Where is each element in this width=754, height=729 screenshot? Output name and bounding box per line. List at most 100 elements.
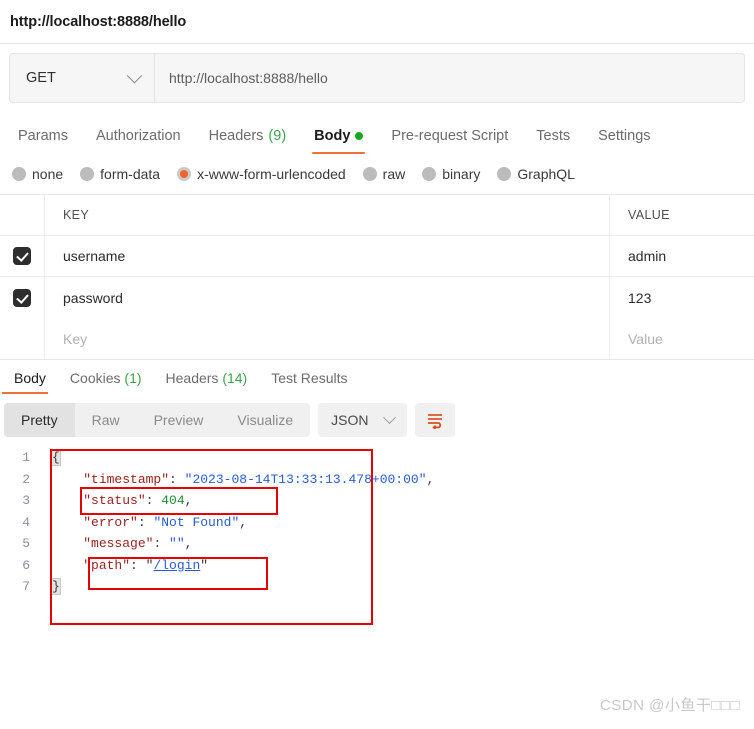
row-key-input[interactable]: password (45, 277, 610, 318)
row-checkbox-cell (0, 277, 45, 318)
line-number: 3 (22, 493, 30, 508)
code-line-content[interactable]: "status": 404, (52, 490, 192, 512)
token-key: "error" (83, 514, 138, 530)
token-pun: , (426, 471, 435, 487)
table-row-new[interactable]: Key Value (0, 318, 754, 359)
radio-button-icon[interactable] (177, 167, 192, 181)
token-brace: { (51, 449, 61, 466)
token-key: "path" (83, 557, 131, 573)
request-tab-label: Authorization (95, 128, 181, 144)
token-brace: } (51, 578, 61, 595)
word-wrap-button[interactable] (414, 403, 455, 437)
params-table: KEY VALUE username admin password 123 Key V… (0, 194, 754, 360)
line-number: 1 (22, 450, 30, 465)
radio-button-icon[interactable] (497, 167, 512, 181)
response-format-select[interactable]: JSON (318, 403, 407, 437)
response-tab-count: (1) (120, 370, 142, 386)
token-pun: , (184, 493, 193, 508)
request-tab-headers[interactable]: Headers (9) (195, 128, 301, 154)
token-num: 404 (161, 493, 185, 508)
token-str: "2023-08-14T13:33:13.478+00:00" (184, 471, 427, 487)
view-segment-preview[interactable]: Preview (137, 403, 221, 437)
token-key: "timestamp" (83, 471, 170, 487)
request-tab-label: Headers (208, 128, 264, 144)
body-type-label: none (32, 166, 64, 182)
request-tab-tests[interactable]: Tests (522, 128, 584, 154)
view-segment-raw[interactable]: Raw (75, 403, 137, 437)
radio-button-icon[interactable] (80, 167, 95, 181)
token-key: "status" (83, 493, 146, 508)
table-row: password 123 (0, 277, 754, 318)
body-type-label: GraphQL (517, 166, 575, 182)
response-tab-body[interactable]: Body (2, 370, 58, 394)
token-pun: : (145, 493, 162, 508)
response-format-label: JSON (331, 412, 369, 428)
code-line-content[interactable]: { (51, 447, 61, 469)
row-checkbox[interactable] (13, 247, 31, 265)
response-body-code[interactable]: 1 {2 "timestamp": "2023-08-14T13:33:13.47… (0, 447, 754, 625)
new-row-checkbox-cell (0, 318, 45, 359)
column-header-value: VALUE (628, 208, 670, 222)
body-type-raw[interactable]: raw (362, 166, 405, 182)
response-tab-headers[interactable]: Headers (14) (154, 370, 260, 394)
request-tab-params[interactable]: Params (4, 128, 82, 154)
line-number: 6 (22, 557, 30, 573)
token-pun: , (184, 536, 193, 551)
code-line-content[interactable]: "message": "", (52, 533, 192, 555)
response-tab-cookies[interactable]: Cookies (1) (58, 370, 154, 394)
request-tab-count: (9) (268, 128, 287, 144)
row-key-input[interactable]: username (45, 236, 610, 276)
code-line: 7} (22, 576, 754, 598)
request-tab-authorization[interactable]: Authorization (82, 128, 195, 154)
radio-button-icon[interactable] (422, 167, 437, 181)
view-segment-visualize[interactable]: Visualize (220, 403, 310, 437)
radio-button-icon[interactable] (362, 167, 377, 181)
row-checkbox[interactable] (13, 288, 31, 307)
body-type-none[interactable]: none (12, 166, 63, 182)
request-tab-label: Params (18, 128, 68, 144)
response-view-segments: Pretty Raw Preview Visualize (4, 403, 311, 437)
body-type-label: x-www-form-urlencoded (197, 166, 346, 182)
request-bar: GET http://localhost:8888/hello (9, 53, 745, 103)
code-line-content[interactable]: } (51, 576, 61, 598)
chevron-down-icon (126, 67, 143, 83)
code-line-content[interactable]: "path": "/login" (52, 555, 208, 577)
code-line: 3 "status": 404, (22, 490, 754, 512)
view-segment-pretty[interactable]: Pretty (4, 403, 75, 437)
response-view-toolbar: Pretty Raw Preview Visualize JSON (0, 394, 754, 437)
response-tab-label: Cookies (69, 370, 121, 386)
watermark: CSDN @小鱼干□□□ (599, 697, 740, 714)
token-link[interactable]: /login (153, 558, 200, 573)
page-title: http://localhost:8888/hello (10, 13, 187, 30)
code-line-content[interactable]: "error": "Not Found", (52, 512, 247, 534)
line-number: 5 (22, 536, 30, 551)
line-number: 4 (22, 514, 30, 530)
request-tab-label: Pre-request Script (391, 128, 509, 144)
new-row-value-input[interactable]: Value (610, 318, 754, 359)
token-pun: : (153, 536, 170, 551)
row-value-input[interactable]: admin (610, 236, 754, 276)
request-tabs: Params Authorization Headers (9) Body Pre-req… (0, 112, 754, 154)
new-row-key-input[interactable]: Key (45, 318, 610, 359)
request-tab-pre-request-script[interactable]: Pre-request Script (377, 128, 522, 154)
chevron-down-icon (382, 410, 396, 424)
line-number: 2 (22, 471, 30, 487)
row-value-input[interactable]: 123 (610, 277, 754, 318)
body-type-form-data[interactable]: form-data (80, 166, 160, 182)
body-type-graphql[interactable]: GraphQL (497, 166, 575, 182)
request-tab-body[interactable]: Body (300, 128, 377, 154)
body-type-radio-group: none form-data x-www-form-urlencoded raw bin… (0, 154, 754, 194)
token-pun: " (200, 557, 209, 573)
code-line: 2 "timestamp": "2023-08-14T13:33:13.478+… (22, 469, 754, 491)
code-line-content[interactable]: "timestamp": "2023-08-14T13:33:13.478+00… (52, 469, 434, 491)
table-header-row: KEY VALUE (0, 195, 754, 236)
url-input[interactable]: http://localhost:8888/hello (155, 54, 744, 102)
body-type-binary[interactable]: binary (422, 166, 480, 182)
token-pun: : (130, 557, 146, 573)
http-method-select[interactable]: GET (10, 54, 155, 102)
radio-button-icon[interactable] (12, 167, 26, 181)
body-type-x-www-form-urlencoded[interactable]: x-www-form-urlencoded (177, 166, 346, 182)
code-line: 4 "error": "Not Found", (22, 512, 754, 534)
request-tab-settings[interactable]: Settings (584, 128, 664, 154)
response-tab-test-results[interactable]: Test Results (259, 370, 359, 394)
